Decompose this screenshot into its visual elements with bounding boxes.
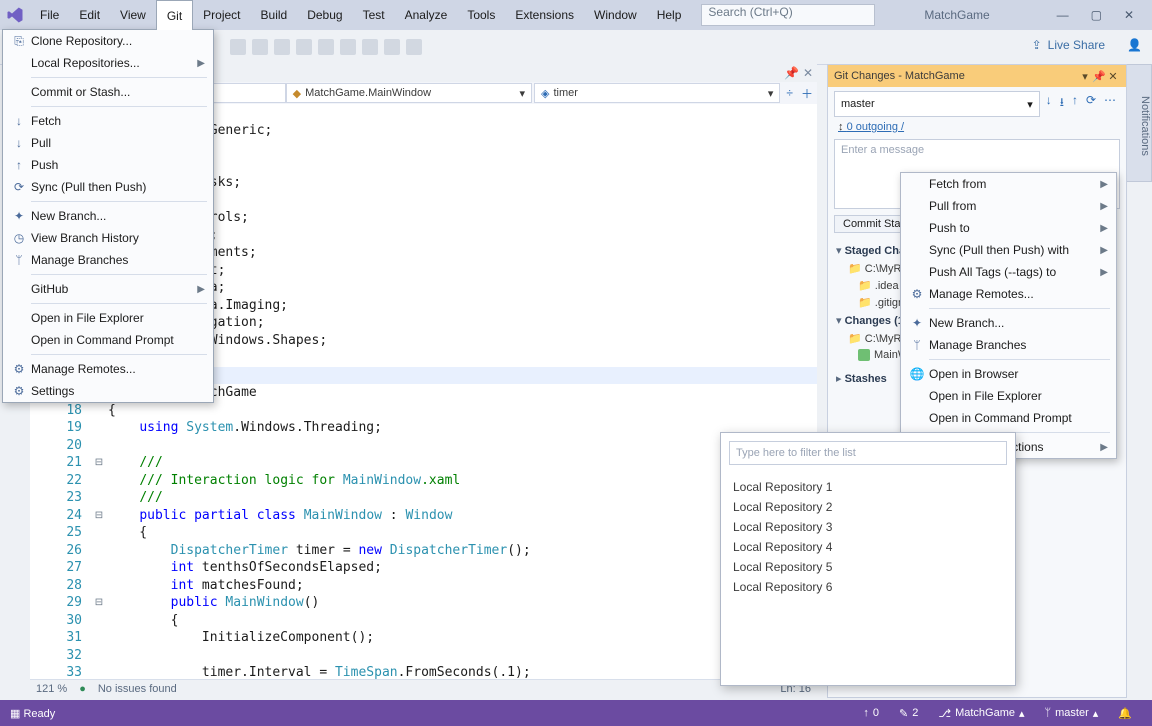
git-actions-context-menu: Fetch from▶Pull from▶Push to▶Sync (Pull … [900,172,1117,459]
git-menu-item[interactable]: GitHub▶ [3,278,213,300]
toolbar-icon[interactable] [406,39,422,55]
toolbar-icon[interactable] [274,39,290,55]
repo-item[interactable]: Local Repository 5 [723,557,1013,577]
repo-filter-input[interactable]: Type here to filter the list [729,441,1007,465]
git-menu-item[interactable]: Local Repositories...▶ [3,52,213,74]
git-menu-item[interactable]: ↓Pull [3,132,213,154]
ctx-menu-item[interactable]: Push to▶ [901,217,1116,239]
status-pending[interactable]: ✎ 2 [889,707,928,720]
pin-icon[interactable]: 📌 [784,66,799,80]
toolbar-icon[interactable] [340,39,356,55]
issues-status[interactable]: No issues found [98,683,177,695]
git-panel-title: Git Changes - MatchGame [834,70,965,82]
git-menu-item[interactable]: ⚙Settings [3,380,213,402]
menu-analyze[interactable]: Analyze [395,0,458,30]
nav-combo-member[interactable]: ◈timer▾ [534,83,780,103]
repo-item[interactable]: Local Repository 3 [723,517,1013,537]
ctx-menu-item[interactable]: Fetch from▶ [901,173,1116,195]
toolbar-icon[interactable] [252,39,268,55]
close-panel-icon[interactable]: ✕ [803,66,813,80]
git-menu-item[interactable]: ↑Push [3,154,213,176]
ctx-menu-item[interactable]: ᛘManage Branches [901,334,1116,356]
status-ready: ▦ Ready [10,707,55,720]
git-menu-item[interactable]: ᛘManage Branches [3,249,213,271]
titlebar: FileEditViewGitProjectBuildDebugTestAnal… [0,0,1152,30]
nav-combo-type[interactable]: ◆MatchGame.MainWindow▾ [286,83,532,103]
git-menu-item[interactable]: ◷View Branch History [3,227,213,249]
account-icon[interactable]: 👤 [1127,38,1142,52]
menu-view[interactable]: View [110,0,156,30]
sync-icon[interactable]: ⟳ [1086,93,1096,114]
branch-selector[interactable]: master▾ [834,91,1040,117]
menu-extensions[interactable]: Extensions [505,0,584,30]
statusbar: ▦ Ready ↑ 0 ✎ 2 ⎇ MatchGame ▴ ᛘ master ▴… [0,700,1152,726]
vs-logo-icon [0,0,30,30]
menu-edit[interactable]: Edit [69,0,110,30]
ctx-menu-item[interactable]: Open in Command Prompt [901,407,1116,429]
menu-tools[interactable]: Tools [457,0,505,30]
minimize-icon[interactable]: — [1057,8,1069,22]
toolbar-icon[interactable] [384,39,400,55]
menu-test[interactable]: Test [353,0,395,30]
add-icon[interactable]: ＋ [797,85,817,102]
maximize-icon[interactable]: ▢ [1091,8,1102,22]
repo-item[interactable]: Local Repository 6 [723,577,1013,597]
toolbar-icon[interactable] [362,39,378,55]
main-menu: FileEditViewGitProjectBuildDebugTestAnal… [30,0,691,30]
notifications-icon[interactable]: 🔔 [1108,707,1142,720]
git-menu-item[interactable]: ✦New Branch... [3,205,213,227]
git-menu-item[interactable]: ⟳Sync (Pull then Push) [3,176,213,198]
git-menu-item[interactable]: Open in Command Prompt [3,329,213,351]
code-editor[interactable]: ;.Collections.Generic;.Linq;.Text;.Threa… [108,104,817,680]
git-menu-item[interactable]: Open in File Explorer [3,307,213,329]
dropdown-icon[interactable]: ▾ [1078,70,1092,83]
menu-file[interactable]: File [30,0,69,30]
toolbar-icon[interactable] [230,39,246,55]
menu-debug[interactable]: Debug [297,0,352,30]
search-container: Search (Ctrl+Q) [701,0,875,30]
zoom-level[interactable]: 121 % [36,683,67,695]
menu-build[interactable]: Build [251,0,298,30]
ctx-menu-item[interactable]: 🌐Open in Browser [901,363,1116,385]
live-share-button[interactable]: Live Share [1048,38,1105,52]
git-menu-item[interactable]: Commit or Stash... [3,81,213,103]
ctx-menu-item[interactable]: Sync (Pull then Push) with▶ [901,239,1116,261]
close-icon[interactable]: ✕ [1124,8,1134,22]
ctx-menu-item[interactable]: Open in File Explorer [901,385,1116,407]
window-title: MatchGame [894,0,1019,30]
ctx-menu-item[interactable]: ⚙Manage Remotes... [901,283,1116,305]
ctx-menu-item[interactable]: ✦New Branch... [901,312,1116,334]
toolbar-icon[interactable] [318,39,334,55]
notifications-tab[interactable]: Notifications [1126,64,1152,182]
status-outgoing[interactable]: ↑ 0 [853,707,889,719]
git-menu-item[interactable]: ⚙Manage Remotes... [3,358,213,380]
fetch-icon[interactable]: ↓ [1046,93,1052,114]
status-branch[interactable]: ᛘ master ▴ [1035,707,1109,720]
push-icon[interactable]: ↑ [1072,93,1078,114]
local-repos-popup: Type here to filter the list Local Repos… [720,432,1016,686]
toolbar-icon[interactable] [296,39,312,55]
repo-item[interactable]: Local Repository 2 [723,497,1013,517]
pin-icon[interactable]: 📌 [1092,70,1106,83]
git-menu-dropdown: ⎘Clone Repository...Local Repositories..… [2,29,214,403]
status-repo[interactable]: ⎇ MatchGame ▴ [928,707,1034,720]
menu-window[interactable]: Window [584,0,647,30]
menu-project[interactable]: Project [193,0,250,30]
ctx-menu-item[interactable]: Pull from▶ [901,195,1116,217]
close-icon[interactable]: ✕ [1106,70,1120,83]
search-input[interactable]: Search (Ctrl+Q) [701,4,875,26]
ctx-menu-item[interactable]: Push All Tags (--tags) to▶ [901,261,1116,283]
repo-item[interactable]: Local Repository 1 [723,477,1013,497]
git-menu-item[interactable]: ↓Fetch [3,110,213,132]
repo-item[interactable]: Local Repository 4 [723,537,1013,557]
git-menu-item[interactable]: ⎘Clone Repository... [3,30,213,52]
live-share-icon[interactable]: ⇪ [1032,38,1042,52]
window-controls: — ▢ ✕ [1039,0,1152,30]
pull-icon[interactable]: ⭳ [1060,93,1064,114]
outgoing-link[interactable]: 0 outgoing / [847,121,905,133]
menu-git[interactable]: Git [156,0,193,30]
menu-help[interactable]: Help [647,0,692,30]
more-icon[interactable]: ⋯ [1104,93,1116,114]
split-icon[interactable]: ÷ [782,86,797,100]
